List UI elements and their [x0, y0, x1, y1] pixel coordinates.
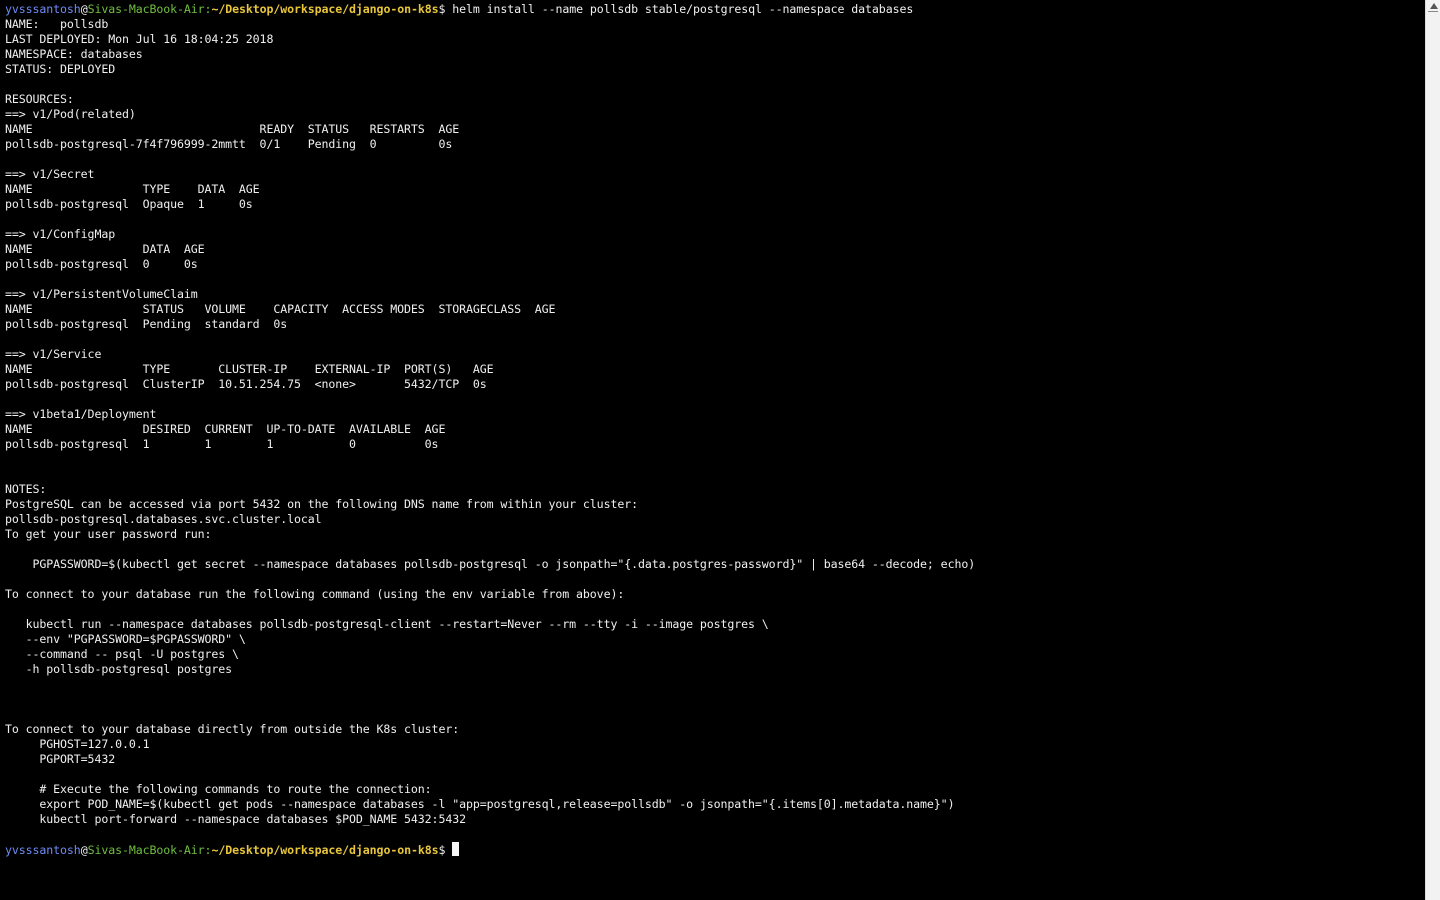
- output-line: ==> v1/ConfigMap: [5, 227, 116, 241]
- terminal-window[interactable]: yvsssantosh@Sivas-MacBook-Air:~/Desktop/…: [0, 0, 1425, 900]
- output-line: To connect to your database run the foll…: [5, 587, 625, 601]
- output-line: NOTES:: [5, 482, 47, 496]
- prompt-at: @: [80, 843, 88, 857]
- output-line: --command -- psql -U postgres \: [5, 647, 239, 661]
- prompt-host: Sivas-MacBook-Air: [87, 843, 205, 857]
- command-output: NAME: pollsdb LAST DEPLOYED: Mon Jul 16 1…: [5, 17, 975, 842]
- scroll-up-arrow-icon[interactable]: [1430, 3, 1438, 9]
- output-line: -h pollsdb-postgresql postgres: [5, 662, 233, 676]
- output-line: PGPORT=5432: [5, 752, 116, 766]
- output-line: NAME: pollsdb: [5, 17, 109, 31]
- output-line: RESOURCES:: [5, 92, 74, 106]
- output-line: PGHOST=127.0.0.1: [5, 737, 150, 751]
- prompt-symbol: $: [438, 2, 453, 16]
- output-line: export POD_NAME=$(kubectl get pods --nam…: [5, 797, 955, 811]
- prompt-at: @: [80, 2, 88, 16]
- output-line: NAME STATUS VOLUME CAPACITY ACCESS MODES…: [5, 302, 556, 316]
- output-line: NAME READY STATUS RESTARTS AGE: [5, 122, 460, 136]
- output-line: pollsdb-postgresql-7f4f796999-2mmtt 0/1 …: [5, 137, 453, 151]
- prompt-user: yvsssantosh: [5, 2, 81, 16]
- output-line: PGPASSWORD=$(kubectl get secret --namesp…: [5, 557, 976, 571]
- output-line: ==> v1/Pod(related): [5, 107, 136, 121]
- output-line: kubectl run --namespace databases pollsd…: [5, 617, 769, 631]
- output-line: NAME DATA AGE: [5, 242, 205, 256]
- output-line: ==> v1/Service: [5, 347, 102, 361]
- output-line: NAME TYPE CLUSTER-IP EXTERNAL-IP PORT(S)…: [5, 362, 494, 376]
- prompt-path: ~/Desktop/workspace/django-on-k8s: [211, 2, 439, 16]
- output-line: pollsdb-postgresql 0 0s: [5, 257, 198, 271]
- output-line: To get your user password run:: [5, 527, 212, 541]
- output-line: pollsdb-postgresql.databases.svc.cluster…: [5, 512, 322, 526]
- output-line: pollsdb-postgresql Opaque 1 0s: [5, 197, 253, 211]
- terminal-screen[interactable]: yvsssantosh@Sivas-MacBook-Air:~/Desktop/…: [5, 2, 975, 857]
- output-line: NAME DESIRED CURRENT UP-TO-DATE AVAILABL…: [5, 422, 446, 436]
- prompt-symbol: $: [438, 843, 453, 857]
- output-line: --env "PGPASSWORD=$PGPASSWORD" \: [5, 632, 246, 646]
- output-line: PostgreSQL can be accessed via port 5432…: [5, 497, 638, 511]
- output-line: To connect to your database directly fro…: [5, 722, 460, 736]
- output-line: NAMESPACE: databases: [5, 47, 143, 61]
- output-line: kubectl port-forward --namespace databas…: [5, 812, 466, 826]
- command-prompt-line: yvsssantosh@Sivas-MacBook-Air:~/Desktop/…: [5, 2, 975, 17]
- output-line: ==> v1/PersistentVolumeClaim: [5, 287, 198, 301]
- output-line: ==> v1beta1/Deployment: [5, 407, 157, 421]
- output-line: pollsdb-postgresql Pending standard 0s: [5, 317, 288, 331]
- entered-command: helm install --name pollsdb stable/postg…: [452, 2, 914, 16]
- scrollbar-track-divider: [1428, 11, 1438, 12]
- output-line: ==> v1/Secret: [5, 167, 95, 181]
- active-prompt-line[interactable]: yvsssantosh@Sivas-MacBook-Air:~/Desktop/…: [5, 842, 975, 857]
- output-line: # Execute the following commands to rout…: [5, 782, 432, 796]
- output-line: STATUS: DEPLOYED: [5, 62, 116, 76]
- vertical-scrollbar[interactable]: [1425, 0, 1440, 900]
- output-line: NAME TYPE DATA AGE: [5, 182, 260, 196]
- prompt-host: Sivas-MacBook-Air: [87, 2, 205, 16]
- text-cursor[interactable]: [452, 842, 460, 856]
- prompt-path: ~/Desktop/workspace/django-on-k8s: [211, 843, 439, 857]
- output-line: LAST DEPLOYED: Mon Jul 16 18:04:25 2018: [5, 32, 274, 46]
- prompt-user: yvsssantosh: [5, 843, 81, 857]
- output-line: pollsdb-postgresql ClusterIP 10.51.254.7…: [5, 377, 487, 391]
- output-line: pollsdb-postgresql 1 1 1 0 0s: [5, 437, 439, 451]
